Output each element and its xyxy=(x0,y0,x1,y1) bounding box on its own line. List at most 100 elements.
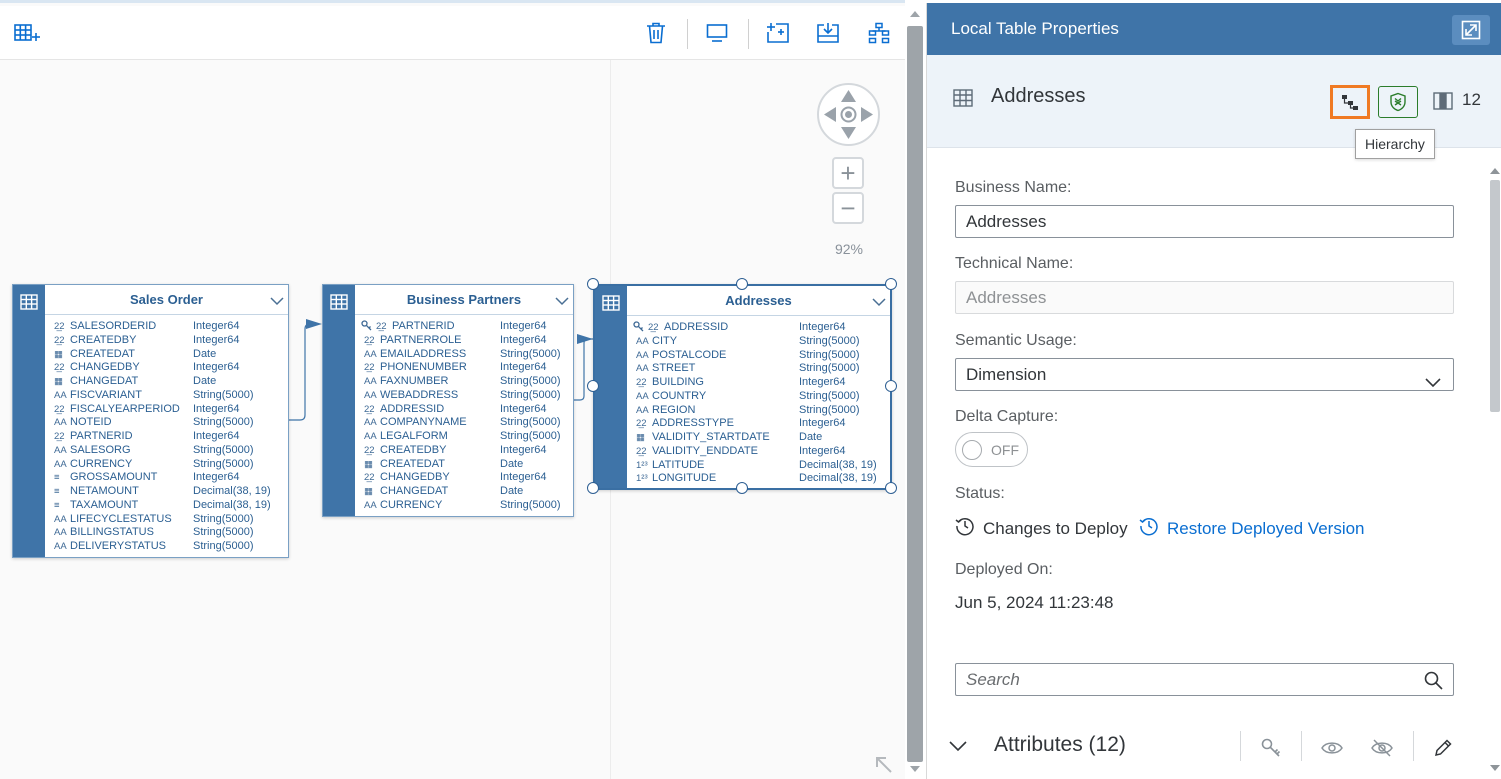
keys-button[interactable] xyxy=(1258,735,1284,761)
column-row[interactable]: 2̲2 VALIDITY_ENDDATE Integer64 xyxy=(627,445,890,459)
hierarchy-button[interactable] xyxy=(1330,85,1370,119)
entity-title: Business Partners xyxy=(406,292,522,307)
import-button[interactable] xyxy=(813,18,843,48)
column-row[interactable]: 2̲2 SALESORDERID Integer64 xyxy=(45,320,288,334)
column-row[interactable]: 2̲2 ADDRESSID Integer64 xyxy=(355,403,573,417)
key-icon xyxy=(1261,738,1281,757)
search-input[interactable] xyxy=(956,664,1396,695)
column-row[interactable]: 2̲2 ADDRESSTYPE Integer64 xyxy=(627,417,890,431)
edit-button[interactable] xyxy=(1430,735,1456,761)
column-row[interactable]: AA BILLINGSTATUS String(5000) xyxy=(45,526,288,540)
restore-deployed-link[interactable]: Restore Deployed Version xyxy=(1139,516,1365,541)
column-row[interactable]: 1²³ LATITUDE Decimal(38, 19) xyxy=(627,459,890,473)
deployed-on-label: Deployed On: xyxy=(955,561,1053,578)
show-button[interactable] xyxy=(1319,735,1345,761)
column-row[interactable]: 2̲2 CREATEDBY Integer64 xyxy=(45,334,288,348)
delete-button[interactable] xyxy=(641,18,671,48)
business-name-input[interactable]: Addresses xyxy=(955,205,1454,238)
collapse-arrow-icon[interactable] xyxy=(874,755,894,779)
column-row[interactable]: ▦ CHANGEDAT Date xyxy=(355,485,573,499)
column-row[interactable]: 2̲2 PARTNERID Integer64 xyxy=(45,430,288,444)
column-row[interactable]: ▦ CHANGEDAT Date xyxy=(45,375,288,389)
expand-panel-button[interactable] xyxy=(1452,15,1490,45)
column-row[interactable]: AA CURRENCY String(5000) xyxy=(45,458,288,472)
chevron-down-icon[interactable] xyxy=(949,739,967,757)
resize-handle[interactable] xyxy=(587,482,599,494)
column-row[interactable]: AA LEGALFORM String(5000) xyxy=(355,430,573,444)
datatype-icon: ▦ xyxy=(54,376,63,387)
zoom-out-button[interactable]: − xyxy=(832,192,864,224)
column-row[interactable]: ▦ CREATEDAT Date xyxy=(45,348,288,362)
column-row[interactable]: AA NOTEID String(5000) xyxy=(45,416,288,430)
datatype-icon: AA xyxy=(54,417,67,429)
canvas-scrollbar[interactable] xyxy=(905,0,926,779)
column-row[interactable]: ≡ NETAMOUNT Decimal(38, 19) xyxy=(45,485,288,499)
columns-icon xyxy=(1433,92,1453,115)
table-icon xyxy=(602,295,620,316)
column-name: ADDRESSID xyxy=(380,402,445,415)
column-row[interactable]: 2̲2 CHANGEDBY Integer64 xyxy=(45,361,288,375)
semantic-usage-label: Semantic Usage: xyxy=(955,332,1077,349)
column-row[interactable]: ≡ GROSSAMOUNT Integer64 xyxy=(45,471,288,485)
search-icon[interactable] xyxy=(1424,671,1443,695)
auto-layout-button[interactable] xyxy=(864,18,894,48)
preview-button[interactable] xyxy=(702,18,732,48)
column-row[interactable]: AA FISCVARIANT String(5000) xyxy=(45,389,288,403)
resize-handle[interactable] xyxy=(885,380,897,392)
column-row[interactable]: ▦ CREATEDAT Date xyxy=(355,458,573,472)
datatype-icon: 1²³ xyxy=(636,473,648,485)
column-row[interactable]: AA COUNTRY String(5000) xyxy=(627,390,890,404)
chevron-down-icon[interactable] xyxy=(270,293,284,311)
column-row[interactable]: AA DELIVERYSTATUS String(5000) xyxy=(45,540,288,554)
entity-sales-order[interactable]: Sales Order 2̲2 SALESORDERID Integer64 2̲2 C… xyxy=(12,284,289,558)
zoom-in-button[interactable]: + xyxy=(832,157,864,189)
resize-handle[interactable] xyxy=(587,380,599,392)
column-row[interactable]: 2̲2 FISCALYEARPERIOD Integer64 xyxy=(45,403,288,417)
semantic-usage-select[interactable]: Dimension xyxy=(955,358,1454,391)
pan-control[interactable] xyxy=(817,83,880,146)
resize-handle[interactable] xyxy=(885,482,897,494)
resize-handle[interactable] xyxy=(587,278,599,290)
column-row[interactable]: AA FAXNUMBER String(5000) xyxy=(355,375,573,389)
add-view-button[interactable] xyxy=(763,18,793,48)
diagram-canvas[interactable]: + − 92% Sales Order 2̲2 SALESORDERID Integ… xyxy=(0,0,905,779)
column-row[interactable]: ≡ TAXAMOUNT Decimal(38, 19) xyxy=(45,499,288,513)
column-row[interactable]: AA CITY String(5000) xyxy=(627,335,890,349)
column-row[interactable]: AA CURRENCY String(5000) xyxy=(355,499,573,513)
attribute-search[interactable] xyxy=(955,663,1454,696)
column-row[interactable]: 2̲2 CHANGEDBY Integer64 xyxy=(355,471,573,485)
column-row[interactable]: 1²³ LONGITUDE Decimal(38, 19) xyxy=(627,472,890,486)
column-name: PARTNERID xyxy=(392,320,455,332)
chevron-down-icon[interactable] xyxy=(555,293,569,311)
entity-business-partners[interactable]: Business Partners 2̲2 PARTNERID Integer64 2… xyxy=(322,284,574,517)
entity-rows: 2̲2 SALESORDERID Integer64 2̲2 CREATEDBY Inte… xyxy=(45,320,288,554)
column-row[interactable]: AA SALESORG String(5000) xyxy=(45,444,288,458)
column-row[interactable]: 2̲2 BUILDING Integer64 xyxy=(627,376,890,390)
datatype-icon: 2̲2 xyxy=(636,445,647,457)
column-row[interactable]: AA WEBADDRESS String(5000) xyxy=(355,389,573,403)
chevron-down-icon[interactable] xyxy=(872,294,886,312)
datatype-icon: 2̲2 xyxy=(364,362,375,374)
column-row[interactable]: 2̲2 ADDRESSID Integer64 xyxy=(627,321,890,335)
column-row[interactable]: AA COMPANYNAME String(5000) xyxy=(355,416,573,430)
resize-handle[interactable] xyxy=(885,278,897,290)
hide-button[interactable] xyxy=(1369,735,1395,761)
delta-capture-switch[interactable]: OFF xyxy=(955,432,1028,467)
column-row[interactable]: AA REGION String(5000) xyxy=(627,404,890,418)
column-row[interactable]: AA LIFECYCLESTATUS String(5000) xyxy=(45,513,288,527)
column-row[interactable]: ▦ VALIDITY_STARTDATE Date xyxy=(627,431,890,445)
column-row[interactable]: 2̲2 PARTNERID Integer64 xyxy=(355,320,573,334)
panel-scrollbar[interactable] xyxy=(1488,163,1501,779)
column-row[interactable]: AA STREET String(5000) xyxy=(627,362,890,376)
data-access-control-button[interactable] xyxy=(1378,86,1418,118)
column-row[interactable]: 2̲2 PARTNERROLE Integer64 xyxy=(355,334,573,348)
column-row[interactable]: 2̲2 CREATEDBY Integer64 xyxy=(355,444,573,458)
add-table-button[interactable] xyxy=(12,18,42,48)
column-row[interactable]: AA POSTALCODE String(5000) xyxy=(627,349,890,363)
entity-addresses[interactable]: Addresses 2̲2 ADDRESSID Integer64 AA CITY Str… xyxy=(593,284,892,490)
resize-handle[interactable] xyxy=(736,278,748,290)
column-row[interactable]: 2̲2 PHONENUMBER Integer64 xyxy=(355,361,573,375)
resize-handle[interactable] xyxy=(736,482,748,494)
table-icon xyxy=(330,294,348,315)
column-row[interactable]: AA EMAILADDRESS String(5000) xyxy=(355,348,573,362)
